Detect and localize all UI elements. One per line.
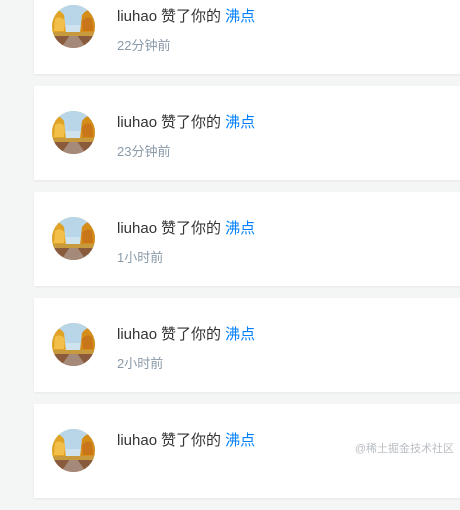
target-link[interactable]: 沸点 xyxy=(225,432,255,449)
username-link[interactable]: liuhao xyxy=(117,114,157,131)
username-link[interactable]: liuhao xyxy=(117,8,157,25)
target-link[interactable]: 沸点 xyxy=(225,326,255,343)
username-link[interactable]: liuhao xyxy=(117,432,157,449)
notification-list: liuhao 赞了你的 沸点 22分钟前 liuhao 赞了你的 沸点 23分钟前 xyxy=(34,0,460,510)
avatar-autumn-road-image xyxy=(52,111,95,154)
timestamp: 22分钟前 xyxy=(117,38,171,53)
list-item[interactable]: liuhao 赞了你的 沸点 1小时前 xyxy=(34,192,460,286)
list-item[interactable]: liuhao 赞了你的 沸点 2小时前 xyxy=(34,298,460,392)
action-text: 赞了你的 xyxy=(161,8,222,25)
avatar-autumn-road-image xyxy=(52,429,95,472)
timestamp: 23分钟前 xyxy=(117,144,171,159)
username-link[interactable]: liuhao xyxy=(117,326,157,343)
notification-text: liuhao 赞了你的 沸点 xyxy=(117,217,255,238)
avatar[interactable] xyxy=(52,111,95,154)
target-link[interactable]: 沸点 xyxy=(225,114,255,131)
avatar[interactable] xyxy=(52,323,95,366)
timestamp: 1小时前 xyxy=(117,250,164,265)
timestamp: 2小时前 xyxy=(117,356,164,371)
list-item[interactable]: liuhao 赞了你的 沸点 22分钟前 xyxy=(34,0,460,74)
action-text: 赞了你的 xyxy=(161,114,222,131)
action-text: 赞了你的 xyxy=(161,326,222,343)
site-watermark: @稀土掘金技术社区 xyxy=(354,443,454,455)
avatar[interactable] xyxy=(52,5,95,48)
avatar[interactable] xyxy=(52,217,95,260)
notification-text: liuhao 赞了你的 沸点 xyxy=(117,5,255,26)
avatar[interactable] xyxy=(52,429,95,472)
notification-text: liuhao 赞了你的 沸点 xyxy=(117,429,255,450)
notification-text: liuhao 赞了你的 沸点 xyxy=(117,111,255,132)
notification-text: liuhao 赞了你的 沸点 xyxy=(117,323,255,344)
avatar-autumn-road-image xyxy=(52,217,95,260)
action-text: 赞了你的 xyxy=(161,432,222,449)
action-text: 赞了你的 xyxy=(161,220,222,237)
avatar-autumn-road-image xyxy=(52,5,95,48)
avatar-autumn-road-image xyxy=(52,323,95,366)
username-link[interactable]: liuhao xyxy=(117,220,157,237)
list-item[interactable]: liuhao 赞了你的 沸点 23分钟前 xyxy=(34,86,460,180)
target-link[interactable]: 沸点 xyxy=(225,220,255,237)
target-link[interactable]: 沸点 xyxy=(225,8,255,25)
